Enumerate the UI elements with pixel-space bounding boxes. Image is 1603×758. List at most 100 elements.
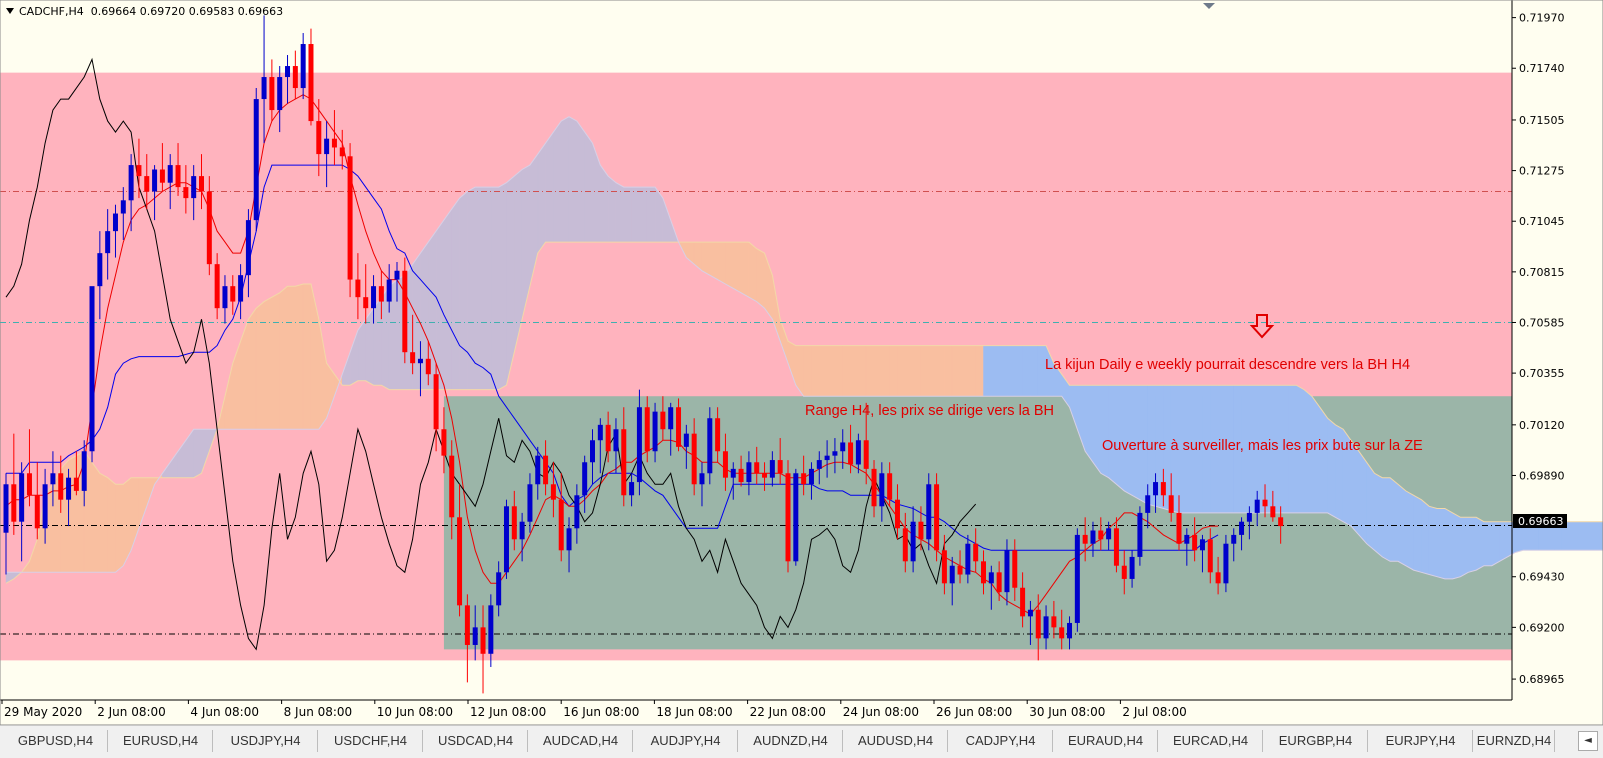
candle-body <box>863 440 869 469</box>
cloud-segment <box>1100 384 1109 479</box>
candle-body <box>222 286 228 309</box>
cloud-segment <box>474 186 484 390</box>
candle-body <box>910 521 916 562</box>
candle-body <box>245 220 251 276</box>
cloud-segment <box>944 345 953 397</box>
candle-body <box>1184 534 1190 544</box>
candle-body <box>918 521 924 540</box>
chart-tab[interactable]: CADJPY,H4 <box>949 730 1053 752</box>
candle-body <box>167 165 173 183</box>
cloud-segment <box>858 345 867 397</box>
cloud-segment <box>709 241 718 280</box>
candle-body <box>120 200 126 214</box>
candle-body <box>3 484 9 533</box>
cloud-segment <box>803 345 812 397</box>
candle-body <box>441 429 447 456</box>
candle-body <box>238 275 244 302</box>
candle-body <box>949 565 955 584</box>
candle-body <box>1199 539 1205 551</box>
cloud-segment <box>91 461 101 573</box>
candle-body <box>1160 482 1166 496</box>
cloud-segment <box>459 190 468 390</box>
cloud-segment <box>1569 521 1579 551</box>
time-tick-label: 16 Jun 08:00 <box>563 705 639 719</box>
price-tick-label: 0.70355 <box>1519 367 1565 380</box>
candle-body <box>503 506 509 573</box>
chart-tab[interactable]: EURJPY,H4 <box>1369 730 1473 752</box>
tab-scroll-left-icon[interactable]: ◄ <box>1578 731 1598 751</box>
chart-tab[interactable]: EURGBP,H4 <box>1264 730 1368 752</box>
candle-body <box>1082 534 1088 544</box>
candle-body <box>1231 534 1237 544</box>
candle-body <box>425 358 431 375</box>
candle-body <box>183 187 189 199</box>
time-tick-label: 29 May 2020 <box>4 705 82 719</box>
chart-tab[interactable]: GBPUSD,H4 <box>4 730 108 752</box>
time-tick-label: 18 Jun 08:00 <box>656 705 732 719</box>
candle-body <box>785 473 791 562</box>
chart-tab[interactable]: AUDNZD,H4 <box>739 730 843 752</box>
cloud-segment <box>967 345 976 397</box>
candle-body <box>902 528 908 562</box>
candle-body <box>1051 616 1057 628</box>
cloud-segment <box>576 120 585 243</box>
candle-body <box>652 411 658 452</box>
chart-tab[interactable]: EURUSD,H4 <box>109 730 213 752</box>
candle-body <box>386 279 392 302</box>
candle-body <box>832 451 838 456</box>
cloud-segment <box>819 345 828 397</box>
candle-body <box>1035 609 1041 639</box>
time-tick-label: 30 Jun 08:00 <box>1029 705 1105 719</box>
candle-body <box>1129 556 1135 579</box>
candle-body <box>253 99 259 221</box>
price-tick-label: 0.70585 <box>1519 316 1565 329</box>
range-annotation[interactable]: Range H4, les prix se dirige vers la BH <box>805 403 1054 419</box>
candle-body <box>707 418 713 474</box>
chart-window[interactable]: 0.71970 0.71740 0.71505 0.71275 0.71045 0.708… <box>0 0 1603 725</box>
candle-body <box>152 169 158 192</box>
candle-body <box>715 418 721 452</box>
cloud-segment <box>68 455 77 573</box>
cloud-segment <box>1382 477 1391 562</box>
chart-tab[interactable]: AUDJPY,H4 <box>634 730 738 752</box>
chart-tab[interactable]: EURNZD,H4 <box>1474 730 1555 752</box>
chart-tab[interactable]: AUDCAD,H4 <box>529 730 633 752</box>
kijun-annotation[interactable]: La kijun Daily e weekly pourrait descend… <box>1045 357 1410 373</box>
cloud-segment <box>1491 521 1500 567</box>
candle-body <box>636 407 642 483</box>
candle-body <box>590 440 595 463</box>
candle-body <box>871 468 877 507</box>
chart-tab[interactable]: AUDUSD,H4 <box>844 730 948 752</box>
cloud-segment <box>1483 521 1493 566</box>
cloud-segment <box>1405 490 1414 571</box>
collapse-triangle-icon[interactable] <box>6 8 14 14</box>
chart-tab[interactable]: USDJPY,H4 <box>214 730 318 752</box>
opening-annotation[interactable]: Ouverture à surveiller, mais les prix bu… <box>1102 438 1423 454</box>
cloud-segment <box>537 142 546 254</box>
candle-body <box>777 460 783 474</box>
candle-body <box>488 605 494 654</box>
candle-body <box>230 286 236 302</box>
cloud-segment <box>748 241 757 302</box>
chart-tab-bar: GBPUSD,H4 EURUSD,H4 USDJPY,H4 USDCHF,H4 USDC… <box>0 725 1603 758</box>
cloud-segment <box>1389 477 1399 562</box>
chart-tab[interactable]: EURCAD,H4 <box>1159 730 1263 752</box>
chart-tab[interactable]: USDCAD,H4 <box>424 730 528 752</box>
candle-body <box>1153 482 1159 496</box>
cloud-segment <box>811 345 820 397</box>
cloud-segment <box>1577 521 1586 551</box>
price-tick-label: 0.71275 <box>1519 165 1565 178</box>
cloud-segment <box>1006 345 1016 397</box>
candle-body <box>285 66 291 78</box>
cloud-segment <box>498 182 507 391</box>
chart-tab[interactable]: USDCHF,H4 <box>319 730 423 752</box>
price-chart[interactable]: 0.71970 0.71740 0.71505 0.71275 0.71045 0.708… <box>0 0 1603 725</box>
candle-body <box>1113 528 1119 566</box>
cloud-segment <box>873 345 883 397</box>
cloud-segment <box>443 208 452 390</box>
chart-tab[interactable]: EURAUD,H4 <box>1054 730 1158 752</box>
candle-body <box>566 528 572 551</box>
candle-body <box>324 138 330 155</box>
candle-body <box>1239 521 1245 535</box>
candle-body <box>965 543 971 575</box>
